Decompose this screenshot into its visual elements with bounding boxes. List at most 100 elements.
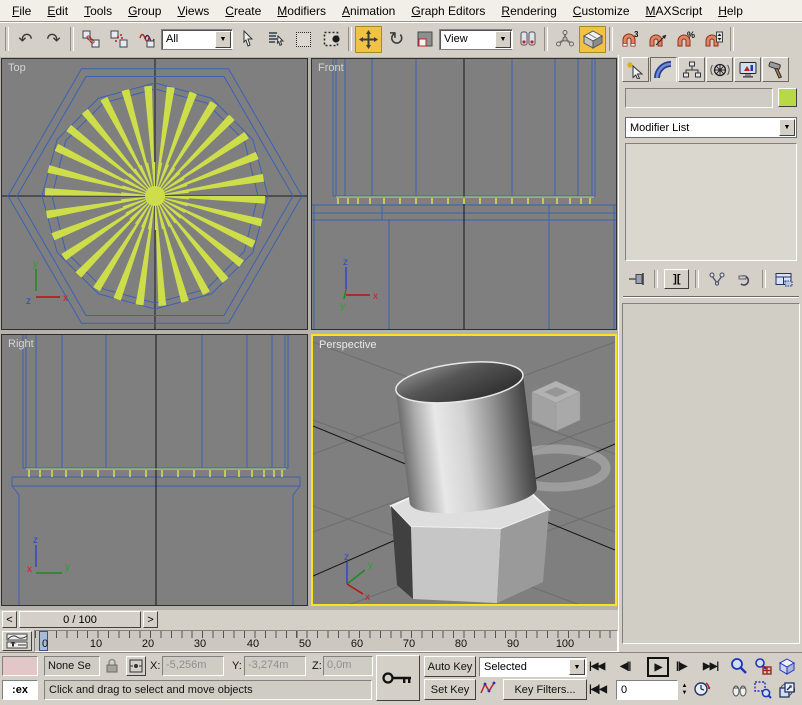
make-unique-button[interactable] <box>705 268 728 290</box>
menu-create[interactable]: Create <box>217 2 269 20</box>
previous-frame-button[interactable]: ◀|| <box>620 661 630 672</box>
tab-modify[interactable] <box>650 57 677 82</box>
object-name-field[interactable] <box>625 88 773 108</box>
selection-filter-dropdown[interactable]: All ▼ <box>161 29 233 50</box>
bind-to-space-warp-button[interactable] <box>133 26 160 53</box>
snap-3d-button[interactable]: 3 <box>616 26 643 53</box>
snaps-toggle-button[interactable] <box>579 26 606 53</box>
tab-hierarchy[interactable] <box>678 57 705 82</box>
reference-coordinate-dropdown[interactable]: View ▼ <box>439 29 513 50</box>
y-coordinate-field[interactable]: -3,274m <box>244 656 306 676</box>
time-slider-handle[interactable]: 0 / 100 <box>19 611 141 628</box>
select-object-button[interactable] <box>234 26 261 53</box>
menu-file[interactable]: File <box>4 2 39 20</box>
rectangular-selection-region-button[interactable] <box>290 26 317 53</box>
key-mode-toggle-button[interactable]: |◀|◀ <box>589 684 606 695</box>
window-crossing-button[interactable] <box>318 26 345 53</box>
next-frame-button[interactable]: ||▶ <box>676 661 686 672</box>
select-by-name-button[interactable] <box>262 26 289 53</box>
spinner-snap-button[interactable] <box>700 26 727 53</box>
zoom-all-button[interactable] <box>751 655 775 677</box>
rollout-area[interactable] <box>622 303 800 644</box>
x-coordinate-field[interactable]: -5,256m <box>162 656 224 676</box>
manipulate-icon <box>556 30 574 48</box>
remove-modifier-button[interactable] <box>733 268 756 290</box>
menu-group[interactable]: Group <box>120 2 169 20</box>
key-mode-dropdown[interactable]: Selected ▼ <box>479 657 587 677</box>
current-frame-field[interactable]: 0 <box>616 680 678 700</box>
menu-animation[interactable]: Animation <box>334 2 403 20</box>
set-key-button[interactable]: Set Key <box>424 679 476 700</box>
angle-snap-button[interactable] <box>644 26 671 53</box>
viewport-area: Top y x <box>0 57 618 610</box>
unlink-selection-icon <box>110 30 128 48</box>
pan-view-button[interactable] <box>727 679 751 701</box>
z-coordinate-label: Z: <box>312 660 322 672</box>
viewport-front[interactable]: Front <box>311 58 617 330</box>
object-color-swatch[interactable] <box>778 88 797 107</box>
region-zoom-button[interactable] <box>751 679 775 701</box>
menu-modifiers[interactable]: Modifiers <box>269 2 334 20</box>
unlink-selection-button[interactable] <box>105 26 132 53</box>
key-filters-button[interactable]: Key Filters... <box>503 679 587 700</box>
absolute-offset-mode-button[interactable] <box>126 656 146 676</box>
select-and-manipulate-button[interactable] <box>551 26 578 53</box>
ruler-tick-label: 40 <box>241 638 265 650</box>
select-and-rotate-button[interactable]: ↻ <box>383 26 410 53</box>
configure-modifier-sets-button[interactable] <box>772 268 797 290</box>
pin-stack-button[interactable] <box>625 268 648 290</box>
tab-display[interactable] <box>734 57 761 82</box>
auto-key-button[interactable]: Auto Key <box>424 656 476 677</box>
frame-spinner[interactable]: ▲▼ <box>679 680 690 700</box>
use-pivot-point-center-button[interactable] <box>514 26 541 53</box>
time-slider-next-button[interactable]: > <box>143 611 158 628</box>
z-coordinate-field[interactable]: 0,0m <box>323 656 373 676</box>
tab-utilities[interactable] <box>762 57 789 82</box>
goto-start-button[interactable]: |◀◀ <box>589 661 604 672</box>
undo-button[interactable]: ↶ <box>12 26 39 53</box>
menu-tools[interactable]: Tools <box>76 2 120 20</box>
zoom-extents-all-button[interactable] <box>796 655 802 677</box>
maxscript-macro-recorder-swatch[interactable] <box>2 656 38 676</box>
viewport-top[interactable]: Top y x <box>1 58 308 330</box>
menu-edit[interactable]: Edit <box>39 2 76 20</box>
set-key-filters-toggle[interactable] <box>480 680 498 701</box>
viewport-right[interactable]: Right <box>1 334 308 606</box>
goto-end-button[interactable]: ▶▶| <box>703 661 718 672</box>
time-configuration-button[interactable] <box>693 680 711 701</box>
tab-motion[interactable] <box>706 57 733 82</box>
maxscript-mini-listener[interactable]: :ex <box>2 680 38 700</box>
min-max-viewport-toggle-button[interactable] <box>775 679 799 701</box>
menu-graph-editors[interactable]: Graph Editors <box>403 2 493 20</box>
redo-button[interactable]: ↷ <box>40 26 67 53</box>
time-slider-prev-button[interactable]: < <box>2 611 17 628</box>
show-end-result-button[interactable]: ][ <box>664 269 689 289</box>
viewport-top-label[interactable]: Top <box>8 62 26 74</box>
viewport-front-label[interactable]: Front <box>318 62 344 74</box>
key-curve-icon <box>480 680 498 698</box>
time-ruler[interactable]: 0 10 20 30 40 50 60 70 80 90 100 <box>34 630 618 652</box>
modifier-stack-list[interactable] <box>625 143 797 261</box>
viewport-right-label[interactable]: Right <box>8 338 34 350</box>
viewport-perspective-label[interactable]: Perspective <box>319 339 376 351</box>
prev-arrow: < <box>6 614 12 626</box>
percent-snap-button[interactable]: % <box>672 26 699 53</box>
select-and-scale-button[interactable] <box>411 26 438 53</box>
tab-create[interactable] <box>622 57 649 82</box>
prompt-text: Click and drag to select and move object… <box>49 684 253 696</box>
modifier-list-dropdown[interactable]: Modifier List ▼ <box>625 117 797 138</box>
zoom-button[interactable] <box>727 655 751 677</box>
open-mini-curve-editor-button[interactable] <box>2 631 32 651</box>
play-button[interactable]: ▶ <box>647 657 669 677</box>
set-keys-button[interactable] <box>376 655 420 701</box>
menu-maxscript[interactable]: MAXScript <box>638 2 711 20</box>
menu-customize[interactable]: Customize <box>565 2 638 20</box>
selection-lock-toggle[interactable] <box>104 657 120 678</box>
select-and-link-button[interactable] <box>77 26 104 53</box>
viewport-perspective[interactable]: Perspective <box>311 334 617 606</box>
menu-help[interactable]: Help <box>710 2 751 20</box>
menu-rendering[interactable]: Rendering <box>493 2 564 20</box>
magnet-spinner-icon <box>704 30 724 49</box>
select-and-move-button[interactable] <box>355 26 382 53</box>
menu-views[interactable]: Views <box>169 2 217 20</box>
